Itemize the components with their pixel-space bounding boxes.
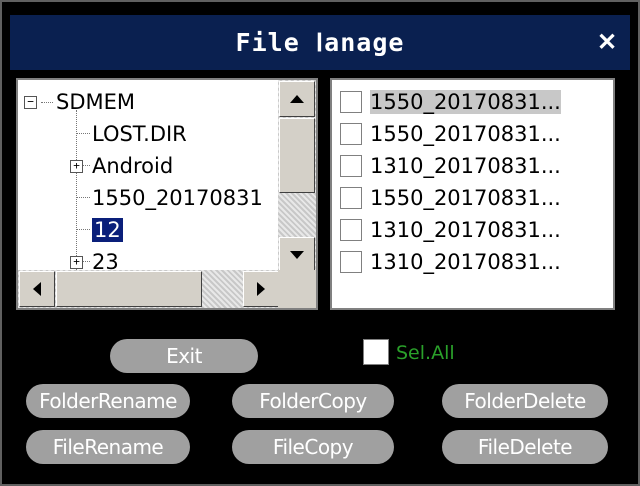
title-bar: File Ⅰanage ✕ [10,15,630,70]
scroll-left-button[interactable] [19,271,55,307]
file-name: 1550_20170831... [370,186,561,210]
file-checkbox[interactable] [340,251,362,273]
file-checkbox[interactable] [340,155,362,177]
file-delete-button[interactable]: FileDelete [442,430,608,464]
scroll-down-button[interactable] [279,237,315,273]
file-checkbox[interactable] [340,219,362,241]
scrollbar-corner [278,270,316,308]
horizontal-scroll-thumb[interactable] [56,271,202,307]
file-item[interactable]: 1550_20170831... [340,86,561,118]
file-item[interactable]: 1310_20170831... [340,214,561,246]
arrow-up-icon [290,95,304,103]
arrow-right-icon [257,282,265,296]
file-item[interactable]: 1310_20170831... [340,246,561,278]
file-list[interactable]: 1550_20170831... 1550_20170831... 1310_2… [330,78,615,310]
file-checkbox[interactable] [340,91,362,113]
vertical-scroll-thumb[interactable] [279,118,315,193]
file-name: 1550_20170831... [370,122,561,146]
tree-vertical-scrollbar[interactable] [278,80,316,274]
folder-rename-button[interactable]: FolderRename [26,384,190,418]
file-name: 1550_20170831... [370,90,561,114]
expand-icon[interactable]: + [70,160,83,173]
tree-connector [76,197,90,198]
arrow-left-icon [33,282,41,296]
file-item[interactable]: 1310_20170831... [340,150,561,182]
window-title: File Ⅰanage [235,28,405,57]
tree-horizontal-scrollbar[interactable] [18,270,280,308]
file-manage-window: File Ⅰanage ✕ − SDMEM LOST.DIR + Android… [0,0,640,486]
tree-node-1550[interactable]: 1550_20170831 [92,182,263,214]
tree-connector [41,102,53,103]
file-rename-button[interactable]: FileRename [26,430,190,464]
file-checkbox[interactable] [340,123,362,145]
file-name: 1310_20170831... [370,154,561,178]
tree-node-12[interactable]: 12 [91,214,124,246]
tree-node-sdmem[interactable]: SDMEM [56,86,135,118]
file-name: 1310_20170831... [370,250,561,274]
tree-connector [82,261,90,262]
arrow-down-icon [290,251,304,259]
file-item[interactable]: 1550_20170831... [340,182,561,214]
select-all-checkbox[interactable] [363,339,389,365]
tree-connector [76,229,90,230]
scroll-right-button[interactable] [243,271,279,307]
file-checkbox[interactable] [340,187,362,209]
close-icon[interactable]: ✕ [592,15,622,70]
tree-node-lost-dir[interactable]: LOST.DIR [92,118,187,150]
file-item[interactable]: 1550_20170831... [340,118,561,150]
tree-node-label: 12 [91,217,124,243]
tree-connector [82,165,90,166]
select-all-label[interactable]: Sel.All [396,340,455,366]
scroll-up-button[interactable] [279,81,315,117]
tree-connector [76,133,90,134]
file-name: 1310_20170831... [370,218,561,242]
expand-icon[interactable]: + [70,256,83,269]
exit-button[interactable]: Exit [110,339,258,373]
file-copy-button[interactable]: FileCopy [232,430,394,464]
folder-tree[interactable]: − SDMEM LOST.DIR + Android 1550_20170831… [16,78,318,310]
collapse-icon[interactable]: − [24,96,37,109]
tree-node-android[interactable]: Android [92,150,173,182]
folder-delete-button[interactable]: FolderDelete [442,384,608,418]
folder-copy-button[interactable]: FolderCopy [232,384,394,418]
